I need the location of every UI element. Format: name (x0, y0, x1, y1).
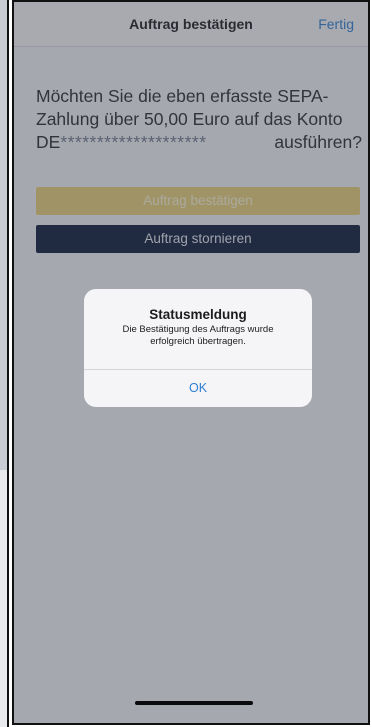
alert-message-line-1: Die Bestätigung des Auftrags wurde (122, 324, 274, 335)
alert-message: Die Bestätigung des Auftrags wurde erfol… (98, 324, 298, 348)
adjacent-screen-edge (0, 0, 9, 727)
alert-message-line-2: erfolgreich übertragen. (150, 336, 246, 347)
phone-screen: Auftrag bestätigen Fertig Möchten Sie di… (12, 0, 370, 725)
screenshot-canvas: Auftrag bestätigen Fertig Möchten Sie di… (0, 0, 372, 727)
home-indicator[interactable] (135, 701, 253, 705)
status-alert: Statusmeldung Die Bestätigung des Auftra… (84, 289, 312, 407)
adjacent-screen-band (0, 0, 7, 470)
alert-title: Statusmeldung (149, 307, 247, 322)
adjacent-screen-band (0, 470, 7, 727)
alert-ok-button[interactable]: OK (84, 370, 312, 407)
